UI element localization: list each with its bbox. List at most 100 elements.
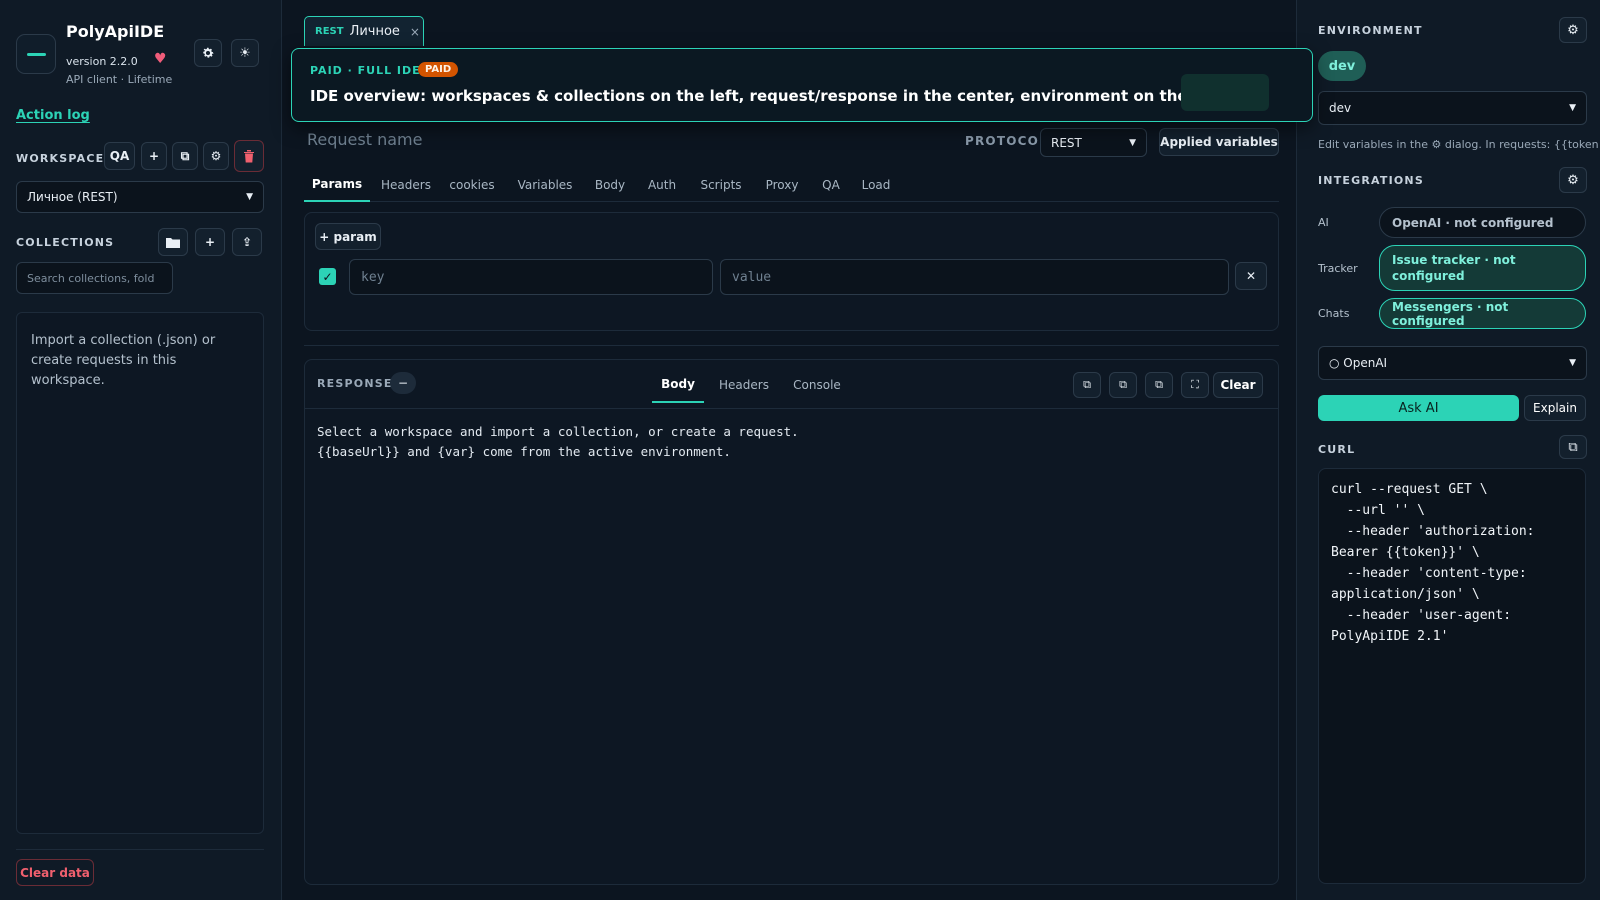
copy-icon: ⧉ (180, 148, 190, 163)
tracker-status-pill[interactable]: Issue tracker · not configured (1379, 245, 1586, 291)
copy-icon: ⧉ (1083, 378, 1091, 391)
fullscreen-button[interactable]: ⛶ (1181, 372, 1209, 398)
tab-scripts[interactable]: Scripts (694, 168, 748, 202)
remove-param-button[interactable]: ✕ (1235, 262, 1267, 290)
chevron-down-icon: ▼ (246, 192, 253, 202)
folder-icon (166, 237, 180, 248)
add-collection-button[interactable]: + (195, 228, 225, 256)
response-label: RESPONSE (317, 377, 393, 390)
chats-label: Chats (1318, 307, 1350, 320)
delete-workspace-button[interactable] (234, 140, 264, 172)
tab-proxy[interactable]: Proxy (760, 168, 804, 202)
close-icon: ✕ (1245, 269, 1257, 283)
active-environment-pill[interactable]: dev (1318, 51, 1366, 81)
app-subtitle: API client · Lifetime (66, 73, 173, 86)
workspace-label: WORKSPACE (16, 152, 105, 165)
environment-select-value: dev (1329, 101, 1352, 115)
response-tab-console[interactable]: Console (786, 367, 848, 403)
param-value-input[interactable]: value (720, 259, 1229, 295)
ai-provider-select-value: ○ OpenAI (1329, 356, 1388, 370)
copy-curl-button[interactable]: ⧉ (1559, 435, 1587, 459)
workspace-select-value: Личное (REST) (27, 190, 118, 204)
tab-variables[interactable]: Variables (510, 168, 580, 202)
collapse-response-button[interactable]: − (390, 372, 416, 394)
param-key-input[interactable]: key (349, 259, 713, 295)
copy-icon: ⧉ (1119, 378, 1127, 391)
upload-icon: ⇪ (241, 235, 253, 249)
clear-response-button[interactable]: Clear (1213, 372, 1263, 398)
explain-button[interactable]: Explain (1524, 395, 1586, 421)
gear-icon: ⚙ (210, 149, 222, 163)
chats-status-pill[interactable]: Messengers · not configured (1379, 298, 1586, 329)
trash-icon (244, 149, 254, 162)
heart-icon[interactable]: ♥ (154, 51, 167, 67)
request-tab-protocol: REST (315, 26, 344, 37)
add-param-button[interactable]: + param (315, 223, 381, 250)
app-version: version 2.2.0 (66, 55, 138, 68)
integrations-settings-button[interactable]: ⚙ (1559, 167, 1587, 193)
new-folder-button[interactable] (158, 228, 188, 256)
tab-headers[interactable]: Headers (376, 168, 436, 202)
protocol-select[interactable]: REST ▼ (1040, 128, 1147, 157)
copy-all-button[interactable]: ⧉ (1145, 372, 1173, 398)
request-name-input[interactable]: Request name (307, 130, 422, 149)
center-divider (304, 345, 1279, 346)
copy-response-button[interactable]: ⧉ (1073, 372, 1101, 398)
gear-icon (203, 47, 214, 58)
copy-headers-button[interactable]: ⧉ (1109, 372, 1137, 398)
banner-message: IDE overview: workspaces & collections o… (310, 87, 1240, 105)
tab-cookies[interactable]: cookies (444, 168, 500, 202)
settings-button[interactable] (194, 39, 222, 67)
collections-label: COLLECTIONS (16, 236, 115, 249)
close-tab-icon[interactable]: × (410, 25, 420, 39)
chevron-down-icon: ▼ (1129, 137, 1136, 148)
curl-output: curl --request GET \ --url '' \ --header… (1318, 468, 1586, 884)
sidebar-divider (16, 849, 264, 850)
ai-label: AI (1318, 216, 1329, 229)
workspace-mode-button[interactable]: QA (104, 142, 135, 170)
request-tab[interactable]: REST Личное × (304, 16, 424, 46)
ask-ai-button[interactable]: Ask AI (1318, 395, 1519, 421)
environment-hint: Edit variables in the ⚙ dialog. In reque… (1318, 138, 1600, 151)
request-tabs: Params Headers cookies Variables Body Au… (304, 168, 1279, 202)
chevron-down-icon: ▼ (1569, 358, 1576, 368)
fullscreen-icon: ⛶ (1191, 378, 1199, 391)
response-tab-body[interactable]: Body (652, 367, 704, 403)
duplicate-workspace-button[interactable]: ⧉ (172, 142, 198, 170)
environment-settings-button[interactable]: ⚙ (1559, 17, 1587, 43)
send-button-behind-banner (1181, 74, 1269, 111)
tab-auth[interactable]: Auth (642, 168, 682, 202)
theme-toggle-button[interactable]: ☀ (231, 39, 259, 67)
tab-qa[interactable]: QA (816, 168, 846, 202)
request-tab-name: Личное (349, 24, 400, 39)
add-workspace-button[interactable]: + (141, 142, 167, 170)
app-name: PolyApiIDE (66, 22, 165, 41)
tab-params[interactable]: Params (304, 168, 370, 202)
gear-icon: ⚙ (1567, 22, 1579, 38)
environment-label: ENVIRONMENT (1318, 24, 1423, 37)
ai-provider-select[interactable]: ○ OpenAI ▼ (1318, 346, 1587, 380)
gear-icon: ⚙ (1567, 172, 1579, 188)
integrations-label: INTEGRATIONS (1318, 174, 1424, 187)
collections-search-input[interactable]: Search collections, fold (16, 262, 173, 294)
protocol-label: PROTOCOL (965, 134, 1048, 148)
clear-data-button[interactable]: Clear data (16, 859, 94, 886)
left-sidebar: PolyApiIDE version 2.2.0 ♥ API client · … (0, 0, 282, 900)
applied-variables-button[interactable]: Applied variables (1159, 128, 1279, 156)
response-tab-headers[interactable]: Headers (716, 367, 772, 403)
banner-kicker: PAID · FULL IDE (310, 64, 421, 77)
workspace-settings-button[interactable]: ⚙ (203, 142, 229, 170)
collections-empty-state: Import a collection (.json) or create re… (16, 312, 264, 834)
import-collection-button[interactable]: ⇪ (232, 228, 262, 256)
chevron-down-icon: ▼ (1569, 103, 1576, 113)
app-logo (16, 34, 56, 74)
ai-status-pill[interactable]: OpenAI · not configured (1379, 207, 1586, 238)
tab-load[interactable]: Load (856, 168, 896, 202)
workspace-select[interactable]: Личное (REST) ▼ (16, 181, 264, 213)
tab-body[interactable]: Body (590, 168, 630, 202)
environment-select[interactable]: dev ▼ (1318, 91, 1587, 125)
copy-icon: ⧉ (1568, 439, 1578, 455)
param-enabled-checkbox[interactable]: ✓ (319, 268, 336, 285)
action-log-link[interactable]: Action log (16, 108, 90, 123)
copy-icon: ⧉ (1155, 378, 1163, 391)
